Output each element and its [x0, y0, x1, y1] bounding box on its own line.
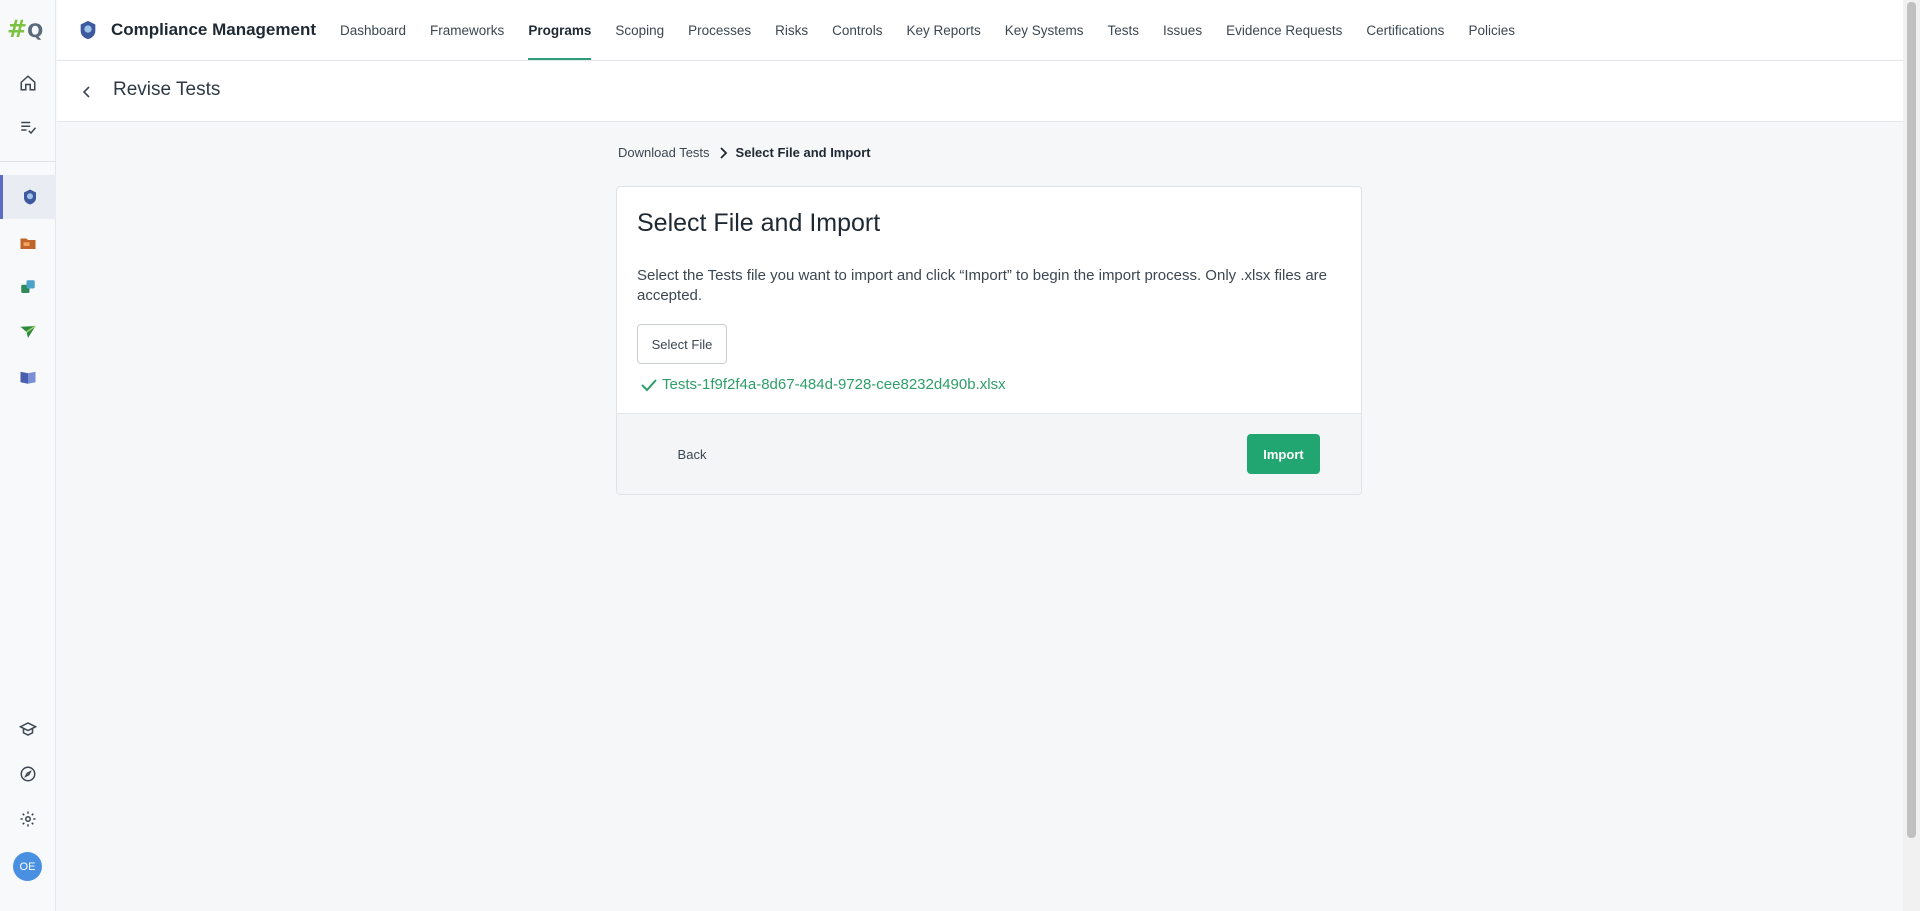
- sub-header: Revise Tests: [57, 61, 1903, 122]
- rail-book[interactable]: [0, 355, 56, 399]
- file-name: Tests-1f9f2f4a-8d67-484d-9728-cee8232d49…: [662, 376, 1006, 393]
- top-nav: Compliance Management Dashboard Framewor…: [57, 0, 1903, 61]
- rail-compliance[interactable]: [0, 175, 56, 219]
- nav-evidence-requests[interactable]: Evidence Requests: [1214, 0, 1354, 60]
- back-button[interactable]: [77, 82, 97, 102]
- rail-explore[interactable]: [0, 752, 56, 796]
- nav-certifications[interactable]: Certifications: [1354, 0, 1456, 60]
- select-file-button[interactable]: Select File: [637, 324, 727, 364]
- back-footer-button[interactable]: Back: [657, 434, 727, 474]
- rail-divider: [0, 161, 56, 162]
- nav-frameworks[interactable]: Frameworks: [418, 0, 516, 60]
- nav-programs[interactable]: Programs: [516, 0, 603, 60]
- nav-issues[interactable]: Issues: [1151, 0, 1214, 60]
- nav-processes[interactable]: Processes: [676, 0, 763, 60]
- chevron-left-icon: [82, 86, 90, 98]
- brand-title: Compliance Management: [111, 20, 316, 39]
- book-icon: [20, 371, 36, 384]
- folder-icon: [20, 238, 36, 249]
- nav-risks[interactable]: Risks: [763, 0, 820, 60]
- check-icon: [640, 378, 658, 392]
- compliance-icon: [23, 189, 36, 205]
- brand[interactable]: Compliance Management: [77, 18, 316, 42]
- import-card: Select File and Import Select the Tests …: [616, 186, 1362, 495]
- rail-send[interactable]: [0, 310, 56, 354]
- app-logo[interactable]: #Q: [7, 16, 49, 42]
- nav-tests[interactable]: Tests: [1096, 0, 1152, 60]
- rail-folder[interactable]: [0, 221, 56, 265]
- page-title: Revise Tests: [113, 79, 221, 100]
- logo-q: Q: [27, 20, 44, 42]
- rail-tasks[interactable]: [0, 105, 56, 149]
- nav-dashboard[interactable]: Dashboard: [328, 0, 418, 60]
- rail-settings[interactable]: [0, 797, 56, 841]
- explore-icon: [20, 766, 36, 782]
- scrollbar-thumb[interactable]: [1907, 2, 1916, 838]
- page-scrollbar[interactable]: [1903, 0, 1920, 911]
- learning-icon: [19, 722, 37, 736]
- breadcrumb-current: Select File and Import: [735, 145, 871, 160]
- card-footer: Back Import: [617, 413, 1361, 494]
- send-icon: [20, 325, 36, 338]
- rail-sync[interactable]: [0, 265, 56, 309]
- nav-policies[interactable]: Policies: [1456, 0, 1527, 60]
- home-icon: [20, 75, 36, 91]
- left-rail: #Q OE: [0, 0, 56, 911]
- chevron-right-icon: [718, 146, 728, 160]
- nav-links: Dashboard Frameworks Programs Scoping Pr…: [328, 0, 1527, 60]
- rail-learning[interactable]: [0, 707, 56, 751]
- card-description: Select the Tests file you want to import…: [637, 267, 1328, 304]
- nav-key-systems[interactable]: Key Systems: [993, 0, 1096, 60]
- compliance-brand-icon: [80, 20, 96, 40]
- nav-controls[interactable]: Controls: [820, 0, 894, 60]
- import-button[interactable]: Import: [1247, 434, 1320, 474]
- tasks-icon: [21, 121, 37, 135]
- settings-icon: [20, 811, 36, 827]
- logo-hash: #: [7, 15, 28, 43]
- card-title: Select File and Import: [637, 209, 881, 237]
- user-avatar[interactable]: OE: [13, 852, 42, 881]
- breadcrumb-download-tests[interactable]: Download Tests: [618, 145, 710, 160]
- selected-file: Tests-1f9f2f4a-8d67-484d-9728-cee8232d49…: [640, 376, 1006, 393]
- sync-icon: [21, 280, 35, 293]
- nav-key-reports[interactable]: Key Reports: [894, 0, 992, 60]
- breadcrumb: Download Tests Select File and Import: [618, 145, 871, 160]
- nav-scoping[interactable]: Scoping: [603, 0, 676, 60]
- rail-home[interactable]: [0, 61, 56, 105]
